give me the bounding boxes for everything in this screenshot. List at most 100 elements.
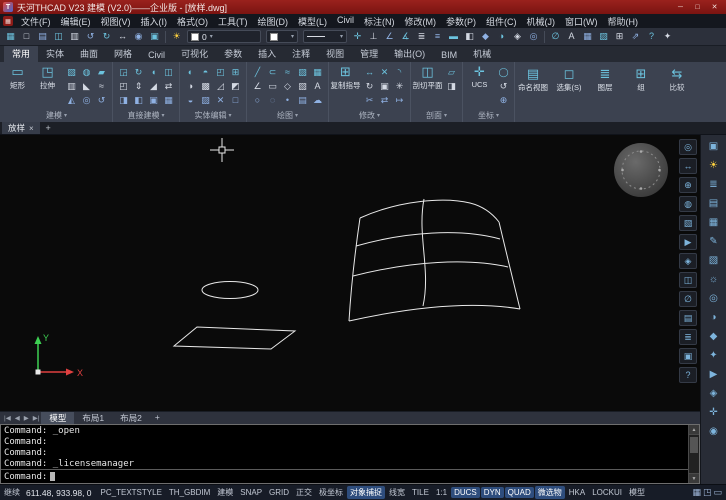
ribbon-tab-1[interactable]: 常用 <box>4 46 38 62</box>
viewcube-button[interactable]: ▧ <box>679 215 697 231</box>
dm-pattern-button[interactable]: ▦ <box>161 93 176 107</box>
bulb-button[interactable]: ☀ <box>704 158 724 173</box>
ribbon-tab-14[interactable]: 机械 <box>465 46 499 62</box>
measure-button[interactable]: ∅ <box>548 30 563 44</box>
color-face-button[interactable]: ◩ <box>228 79 243 93</box>
menu-item-7[interactable]: 绘图(D) <box>253 15 294 28</box>
menu-item-11[interactable]: 修改(M) <box>400 15 442 28</box>
live-section-button[interactable]: ◨ <box>444 79 459 93</box>
status-toggle-5[interactable]: GRID <box>266 487 292 498</box>
dm-mirror-button[interactable]: ⇄ <box>161 79 176 93</box>
menu-item-15[interactable]: 窗口(W) <box>560 15 603 28</box>
props-button[interactable]: ▣ <box>679 348 697 364</box>
ellipse-entity[interactable] <box>202 282 258 299</box>
wheel-button[interactable]: ◎ <box>679 139 697 155</box>
help-button[interactable]: ? <box>644 30 659 44</box>
ribbon-tab-6[interactable]: 可视化 <box>173 46 216 62</box>
measure-button[interactable]: ∅ <box>679 291 697 307</box>
menu-app-icon[interactable]: ▦ <box>3 16 13 26</box>
dm-scale-button[interactable]: ⇕ <box>131 79 146 93</box>
rectangle-button[interactable]: ▭ <box>265 79 280 93</box>
bulb-button[interactable]: ☀ <box>169 30 184 44</box>
render-button[interactable]: ◑ <box>494 30 509 44</box>
status-toggle-16[interactable]: HKA <box>566 487 588 498</box>
circle-button[interactable]: ○ <box>250 93 265 107</box>
copy-face-button[interactable]: ⊞ <box>228 65 243 79</box>
open-file-button[interactable]: ▤ <box>35 30 50 44</box>
block-button[interactable]: ⊞ <box>612 30 627 44</box>
stretch-button[interactable]: ↦ <box>392 93 407 107</box>
ribbon-tab-4[interactable]: 网格 <box>106 46 140 62</box>
menu-item-1[interactable]: 文件(F) <box>16 15 56 28</box>
sheet-button[interactable]: ▤ <box>679 310 697 326</box>
last-layout-button[interactable]: ▶| <box>31 414 42 422</box>
panel-label-1[interactable]: 建模▾ <box>1 109 112 122</box>
doc-tab-1[interactable]: 放样× <box>2 122 40 134</box>
cube-button[interactable]: ▧ <box>704 253 724 268</box>
polyline-button[interactable]: ∠ <box>250 79 265 93</box>
panel-label-4[interactable]: 绘图▾ <box>247 109 328 122</box>
status-toggle-9[interactable]: 线宽 <box>386 486 408 499</box>
ribbon-tab-13[interactable]: BIM <box>433 48 465 62</box>
ribbon-tab-3[interactable]: 曲面 <box>72 46 106 62</box>
menu-item-3[interactable]: 视图(V) <box>96 15 136 28</box>
menu-item-12[interactable]: 参数(P) <box>441 15 481 28</box>
menu-item-16[interactable]: 帮助(H) <box>603 15 644 28</box>
scroll-track[interactable] <box>689 435 699 473</box>
materials-button[interactable]: ◆ <box>704 329 724 344</box>
about-button[interactable]: ✦ <box>660 30 675 44</box>
spline-button[interactable]: ≈ <box>280 65 295 79</box>
arc-button[interactable]: ⊂ <box>265 65 280 79</box>
menu-item-6[interactable]: 工具(T) <box>213 15 253 28</box>
status-toggle-3[interactable]: 建模 <box>214 486 236 499</box>
panel-label-3[interactable]: 实体编辑▾ <box>180 109 246 122</box>
image-attach-button[interactable]: ▨ <box>596 30 611 44</box>
status-toggle-12[interactable]: DUCS <box>451 487 480 498</box>
zoom-extents-button[interactable]: ⊕ <box>679 177 697 193</box>
copy-button[interactable]: ▣ <box>377 79 392 93</box>
layout-tab-3[interactable]: 布局2 <box>112 412 150 425</box>
sheetset-button[interactable]: ▤ <box>704 196 724 211</box>
ribbon-tab-2[interactable]: 实体 <box>38 46 72 62</box>
menu-item-14[interactable]: 机械(J) <box>522 15 561 28</box>
shell-button[interactable]: □ <box>228 93 243 107</box>
object-group-button[interactable]: ⊞组 <box>623 62 659 122</box>
point-button[interactable]: • <box>280 93 295 107</box>
subtract-button[interactable]: ◑ <box>183 79 198 93</box>
move-button[interactable]: ↔ <box>362 65 377 79</box>
layer-combo[interactable]: 0 ▾ <box>187 30 261 43</box>
status-toggle-11[interactable]: 1:1 <box>433 487 450 498</box>
layout-tab-1[interactable]: 模型 <box>41 412 74 425</box>
scroll-down-icon[interactable]: ▼ <box>689 473 699 483</box>
close-button[interactable]: ✕ <box>706 1 723 13</box>
menu-item-13[interactable]: 组件(C) <box>481 15 522 28</box>
torus-button[interactable]: ◎ <box>79 93 94 107</box>
line-button[interactable]: ╱ <box>250 65 265 79</box>
intersect-button[interactable]: ◒ <box>183 93 198 107</box>
help-button[interactable]: ? <box>679 367 697 383</box>
linetype-button[interactable]: ≡ <box>430 30 445 44</box>
copy-guide-button[interactable]: ⊞复制指导 <box>332 65 359 91</box>
dm-offset-button[interactable]: ◧ <box>131 93 146 107</box>
offset-face-button[interactable]: ◰ <box>213 65 228 79</box>
loft-surface-entity[interactable] <box>349 199 520 321</box>
command-scrollbar[interactable]: ▲ ▼ <box>688 425 699 483</box>
scroll-up-icon[interactable]: ▲ <box>689 425 699 435</box>
dm-fillet-button[interactable]: ◖ <box>146 65 161 79</box>
info-button[interactable]: ◉ <box>704 424 724 439</box>
camera-button[interactable]: ◎ <box>704 291 724 306</box>
save-file-button[interactable]: ◫ <box>51 30 66 44</box>
toolpalette-button[interactable]: ▦ <box>704 215 724 230</box>
menu-item-2[interactable]: 编辑(E) <box>56 15 96 28</box>
redo-button[interactable]: ↻ <box>99 30 114 44</box>
model-space-button[interactable]: ▦ <box>692 488 701 497</box>
status-toggle-8[interactable]: 对象捕捉 <box>347 486 385 499</box>
status-toggle-17[interactable]: LOCKUI <box>589 487 625 498</box>
properties-button[interactable]: ▣ <box>704 139 724 154</box>
text-style-button[interactable]: A <box>564 30 579 44</box>
linetype-combo[interactable]: ▾ <box>303 30 347 43</box>
lineweight-button[interactable]: ▬ <box>446 30 461 44</box>
layer-manager-button[interactable]: ≣ <box>414 30 429 44</box>
drawing-canvas[interactable]: X Y <box>0 135 700 411</box>
status-toggle-4[interactable]: SNAP <box>237 487 265 498</box>
